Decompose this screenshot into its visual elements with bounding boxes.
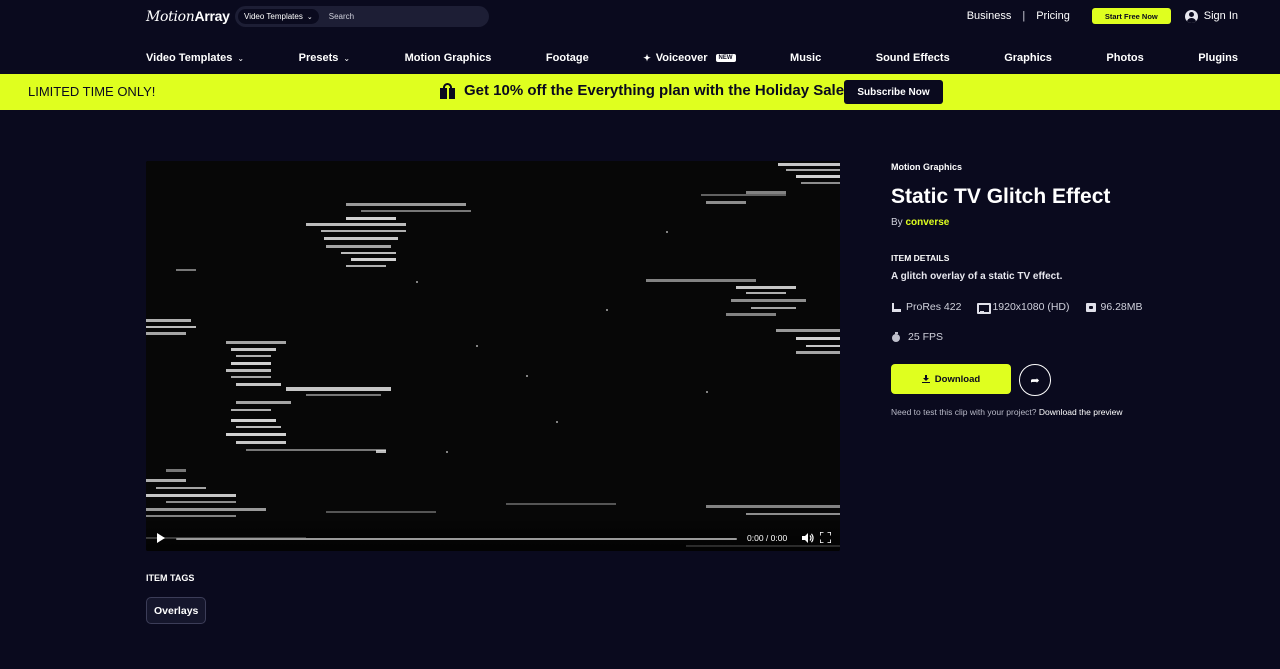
nav-graphics[interactable]: Graphics bbox=[1004, 52, 1052, 64]
promo-headline-text: Get 10% off the Everything plan with the… bbox=[464, 82, 845, 99]
file-size-icon bbox=[1085, 302, 1096, 312]
nav-label: Sound Effects bbox=[875, 52, 950, 64]
spec-file-size: 96.28MB bbox=[1085, 301, 1143, 313]
start-free-button[interactable]: Start Free Now bbox=[1091, 8, 1171, 24]
nav-motion-graphics[interactable]: Motion Graphics bbox=[405, 52, 492, 64]
item-specs: ProRes 422 1920x1080 (HD) 96.28MB bbox=[891, 301, 1143, 314]
subscribe-now-button[interactable]: Subscribe Now bbox=[844, 80, 943, 104]
sign-in-label: Sign In bbox=[1203, 10, 1238, 22]
fullscreen-icon[interactable] bbox=[820, 532, 831, 543]
promo-limited-text: LIMITED TIME ONLY! bbox=[28, 84, 156, 99]
share-button[interactable]: ➦ bbox=[1019, 364, 1051, 396]
timecode: 0:00 / 0:00 bbox=[747, 533, 788, 543]
user-icon bbox=[1184, 9, 1198, 23]
spec-file-size-value: 96.28MB bbox=[1100, 301, 1143, 313]
item-title: Static TV Glitch Effect bbox=[891, 185, 1111, 208]
sign-in-link[interactable]: Sign In bbox=[1184, 9, 1238, 23]
play-icon[interactable] bbox=[157, 533, 165, 543]
promo-headline: Get 10% off the Everything plan with the… bbox=[440, 82, 844, 99]
spec-fps-value: 25 FPS bbox=[908, 331, 944, 343]
by-label: By bbox=[891, 217, 903, 228]
codec-icon bbox=[891, 302, 901, 312]
top-bar: MotionArray Video Templates ⌄ Business |… bbox=[0, 0, 1280, 34]
separator: | bbox=[1022, 10, 1026, 22]
logo-text-motion: Motion bbox=[146, 9, 195, 25]
item-description: A glitch overlay of a static TV effect. bbox=[891, 271, 1063, 282]
nav-label: Footage bbox=[545, 52, 589, 64]
chevron-down-icon: ⌄ bbox=[237, 53, 245, 63]
download-button[interactable]: Download bbox=[891, 364, 1011, 394]
nav-label: Motion Graphics bbox=[404, 52, 492, 64]
nav-video-templates[interactable]: Video Templates ⌄ bbox=[146, 52, 244, 64]
promo-banner: LIMITED TIME ONLY! Get 10% off the Every… bbox=[0, 74, 1280, 110]
nav-label: Video Templates bbox=[146, 52, 233, 64]
download-icon bbox=[921, 374, 930, 384]
nav-plugins[interactable]: Plugins bbox=[1198, 52, 1238, 64]
search-type-label: Video Templates bbox=[244, 12, 303, 21]
video-player[interactable]: 0:00 / 0:00 bbox=[146, 161, 840, 551]
gift-icon bbox=[440, 82, 455, 99]
main-nav: Video Templates ⌄ Presets ⌄ Motion Graph… bbox=[146, 50, 1238, 66]
nav-presets[interactable]: Presets ⌄ bbox=[299, 52, 350, 64]
logo[interactable]: MotionArray bbox=[146, 8, 230, 25]
volume-icon[interactable] bbox=[801, 532, 815, 544]
spec-codec-value: ProRes 422 bbox=[906, 301, 962, 313]
spec-codec: ProRes 422 bbox=[891, 301, 961, 313]
download-label: Download bbox=[934, 373, 981, 385]
nav-voiceover[interactable]: ✦ Voiceover NEW bbox=[643, 52, 736, 64]
chevron-down-icon: ⌄ bbox=[306, 13, 313, 21]
nav-label: Voiceover bbox=[655, 52, 708, 64]
item-tags-title: ITEM TAGS bbox=[146, 573, 195, 583]
progress-bar[interactable] bbox=[176, 538, 737, 540]
player-controls: 0:00 / 0:00 bbox=[146, 517, 840, 551]
nav-music[interactable]: Music bbox=[790, 52, 821, 64]
top-right-links: Business | Pricing Start Free Now Sign I… bbox=[967, 8, 1238, 24]
nav-photos[interactable]: Photos bbox=[1106, 52, 1143, 64]
nav-label: Plugins bbox=[1198, 52, 1238, 64]
nav-label: Graphics bbox=[1004, 52, 1052, 64]
new-badge: NEW bbox=[715, 54, 736, 62]
item-specs-row2: 25 FPS bbox=[891, 331, 943, 343]
download-preview-link[interactable]: Download the preview bbox=[1039, 407, 1123, 417]
nav-label: Photos bbox=[1106, 52, 1144, 64]
search-input[interactable] bbox=[328, 12, 469, 21]
preview-note: Need to test this clip with your project… bbox=[891, 407, 1123, 417]
monitor-icon bbox=[977, 302, 992, 314]
preview-note-text: Need to test this clip with your project… bbox=[891, 407, 1037, 417]
share-arrow-icon: ➦ bbox=[1030, 374, 1040, 387]
item-details-title: ITEM DETAILS bbox=[891, 253, 950, 263]
nav-sound-effects[interactable]: Sound Effects bbox=[876, 52, 950, 64]
spec-resolution: 1920x1080 (HD) bbox=[977, 301, 1070, 314]
nav-footage[interactable]: Footage bbox=[546, 52, 589, 64]
item-byline: By converse bbox=[891, 217, 949, 228]
spec-fps: 25 FPS bbox=[891, 331, 943, 343]
logo-text-array: Array bbox=[194, 8, 230, 24]
video-frame-static-glitch bbox=[146, 161, 840, 551]
chevron-down-icon: ⌄ bbox=[343, 53, 351, 63]
nav-label: Presets bbox=[298, 52, 339, 64]
search-bar: Video Templates ⌄ bbox=[235, 6, 489, 27]
nav-label: Music bbox=[790, 52, 822, 64]
item-category-link[interactable]: Motion Graphics bbox=[891, 162, 962, 172]
spec-resolution-value: 1920x1080 (HD) bbox=[992, 301, 1070, 313]
pricing-link[interactable]: Pricing bbox=[1036, 10, 1070, 22]
sparkle-icon: ✦ bbox=[643, 52, 651, 63]
author-link[interactable]: converse bbox=[905, 217, 949, 228]
tag-chip-overlays[interactable]: Overlays bbox=[146, 597, 207, 624]
business-link[interactable]: Business bbox=[967, 10, 1012, 22]
search-type-dropdown[interactable]: Video Templates ⌄ bbox=[238, 9, 319, 24]
stopwatch-icon bbox=[891, 332, 901, 342]
